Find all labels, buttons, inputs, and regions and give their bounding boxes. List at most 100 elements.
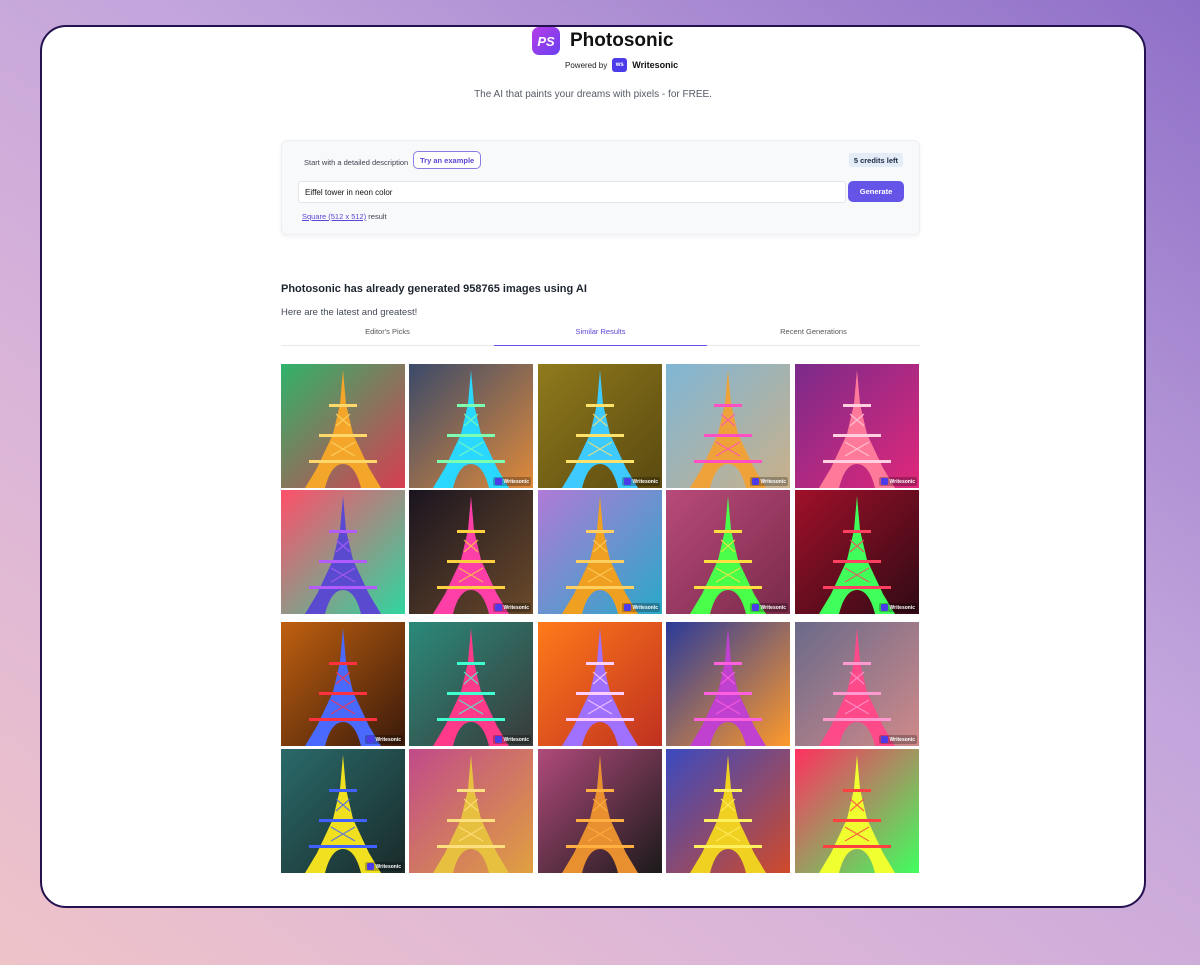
gallery-image-tile[interactable]: Writesonic (795, 622, 919, 746)
watermark-text: Writesonic (760, 478, 786, 485)
gallery-image-tile[interactable]: Writesonic (409, 490, 533, 614)
writesonic-watermark: Writesonic (621, 603, 660, 612)
watermark-text: Writesonic (375, 863, 401, 870)
gallery-image-tile[interactable]: Writesonic (538, 364, 662, 488)
writesonic-watermark-icon (623, 478, 631, 485)
writesonic-watermark: Writesonic (878, 603, 917, 612)
writesonic-watermark-icon (366, 736, 374, 743)
size-suffix: result (366, 212, 387, 221)
powered-by-label: Powered by (565, 60, 608, 70)
gallery-image-tile[interactable] (795, 749, 919, 873)
brand-name[interactable]: Photosonic (570, 30, 673, 52)
writesonic-logo-icon[interactable]: ws (612, 58, 628, 72)
photosonic-logo-icon[interactable]: PS (532, 27, 560, 55)
watermark-text: Writesonic (632, 478, 658, 485)
writesonic-name[interactable]: Writesonic (632, 60, 678, 70)
start-label: Start with a detailed description (304, 158, 409, 167)
tab-recent-generations[interactable]: Recent Generations (707, 321, 920, 345)
gallery-heading: Photosonic has already generated 958765 … (281, 283, 587, 295)
writesonic-watermark-icon (494, 604, 502, 611)
eiffel-tower-image (538, 749, 662, 873)
gallery-image-tile[interactable]: Writesonic (666, 490, 790, 614)
writesonic-watermark-icon (880, 604, 888, 611)
writesonic-watermark: Writesonic (492, 735, 531, 744)
writesonic-watermark-icon (494, 478, 502, 485)
eiffel-tower-image (409, 490, 533, 614)
watermark-text: Writesonic (375, 736, 401, 743)
watermark-text: Writesonic (889, 478, 915, 485)
watermark-text: Writesonic (503, 736, 529, 743)
eiffel-tower-image (666, 749, 790, 873)
credits-badge: 5 credits left (848, 153, 903, 167)
watermark-text: Writesonic (760, 604, 786, 611)
eiffel-tower-image (795, 364, 919, 488)
writesonic-watermark-icon (751, 478, 759, 485)
eiffel-tower-image (409, 749, 533, 873)
gallery-image-tile[interactable] (281, 364, 405, 488)
writesonic-watermark: Writesonic (364, 862, 403, 871)
gallery-image-tile[interactable] (538, 749, 662, 873)
eiffel-tower-image (795, 490, 919, 614)
writesonic-watermark-icon (880, 736, 888, 743)
eiffel-tower-image (538, 490, 662, 614)
browser-frame: PS Photosonic Powered by ws Writesonic T… (40, 25, 1146, 908)
writesonic-watermark-icon (623, 604, 631, 611)
gallery-image-tile[interactable]: Writesonic (666, 364, 790, 488)
eiffel-tower-image (409, 364, 533, 488)
gallery-tabs: Editor's Picks Similar Results Recent Ge… (281, 321, 920, 346)
powered-by: Powered by ws Writesonic (565, 57, 678, 73)
prompt-card: Start with a detailed description Try an… (281, 140, 920, 235)
gallery-image-tile[interactable] (538, 622, 662, 746)
writesonic-watermark: Writesonic (878, 477, 917, 486)
gallery-image-tile[interactable] (409, 749, 533, 873)
eiffel-tower-image (666, 490, 790, 614)
gallery-image-tile[interactable]: Writesonic (281, 749, 405, 873)
gallery-image-tile[interactable] (666, 749, 790, 873)
writesonic-watermark-icon (751, 604, 759, 611)
tab-editors-picks[interactable]: Editor's Picks (281, 321, 494, 345)
writesonic-watermark-icon (494, 736, 502, 743)
result-size-line: Square (512 x 512) result (302, 212, 387, 221)
eiffel-tower-image (795, 622, 919, 746)
watermark-text: Writesonic (632, 604, 658, 611)
writesonic-watermark: Writesonic (878, 735, 917, 744)
gallery-image-tile[interactable]: Writesonic (538, 490, 662, 614)
eiffel-tower-image (795, 749, 919, 873)
generate-button[interactable]: Generate (848, 181, 904, 202)
gallery-image-tile[interactable]: Writesonic (795, 364, 919, 488)
writesonic-watermark: Writesonic (492, 603, 531, 612)
writesonic-watermark: Writesonic (749, 603, 788, 612)
gallery-image-tile[interactable] (281, 490, 405, 614)
tab-similar-results[interactable]: Similar Results (494, 321, 707, 346)
gallery-image-tile[interactable]: Writesonic (795, 490, 919, 614)
eiffel-tower-image (409, 622, 533, 746)
size-option-link[interactable]: Square (512 x 512) (302, 212, 366, 221)
writesonic-watermark-icon (880, 478, 888, 485)
watermark-text: Writesonic (889, 736, 915, 743)
writesonic-watermark: Writesonic (621, 477, 660, 486)
gallery-image-tile[interactable]: Writesonic (409, 622, 533, 746)
writesonic-watermark: Writesonic (364, 735, 403, 744)
eiffel-tower-image (666, 622, 790, 746)
eiffel-tower-image (281, 622, 405, 746)
writesonic-watermark: Writesonic (492, 477, 531, 486)
gallery-image-tile[interactable] (666, 622, 790, 746)
prompt-input[interactable] (298, 181, 846, 203)
eiffel-tower-image (281, 490, 405, 614)
gallery-image-tile[interactable]: Writesonic (281, 622, 405, 746)
eiffel-tower-image (281, 749, 405, 873)
writesonic-watermark: Writesonic (749, 477, 788, 486)
watermark-text: Writesonic (503, 604, 529, 611)
watermark-text: Writesonic (503, 478, 529, 485)
gallery-image-tile[interactable]: Writesonic (409, 364, 533, 488)
tagline: The AI that paints your dreams with pixe… (474, 89, 712, 100)
eiffel-tower-image (666, 364, 790, 488)
watermark-text: Writesonic (889, 604, 915, 611)
try-example-button[interactable]: Try an example (413, 151, 482, 169)
eiffel-tower-image (538, 364, 662, 488)
brand-header: PS Photosonic (532, 27, 712, 57)
eiffel-tower-image (281, 364, 405, 488)
writesonic-watermark-icon (366, 863, 374, 870)
eiffel-tower-image (538, 622, 662, 746)
gallery-subheading: Here are the latest and greatest! (281, 307, 418, 318)
